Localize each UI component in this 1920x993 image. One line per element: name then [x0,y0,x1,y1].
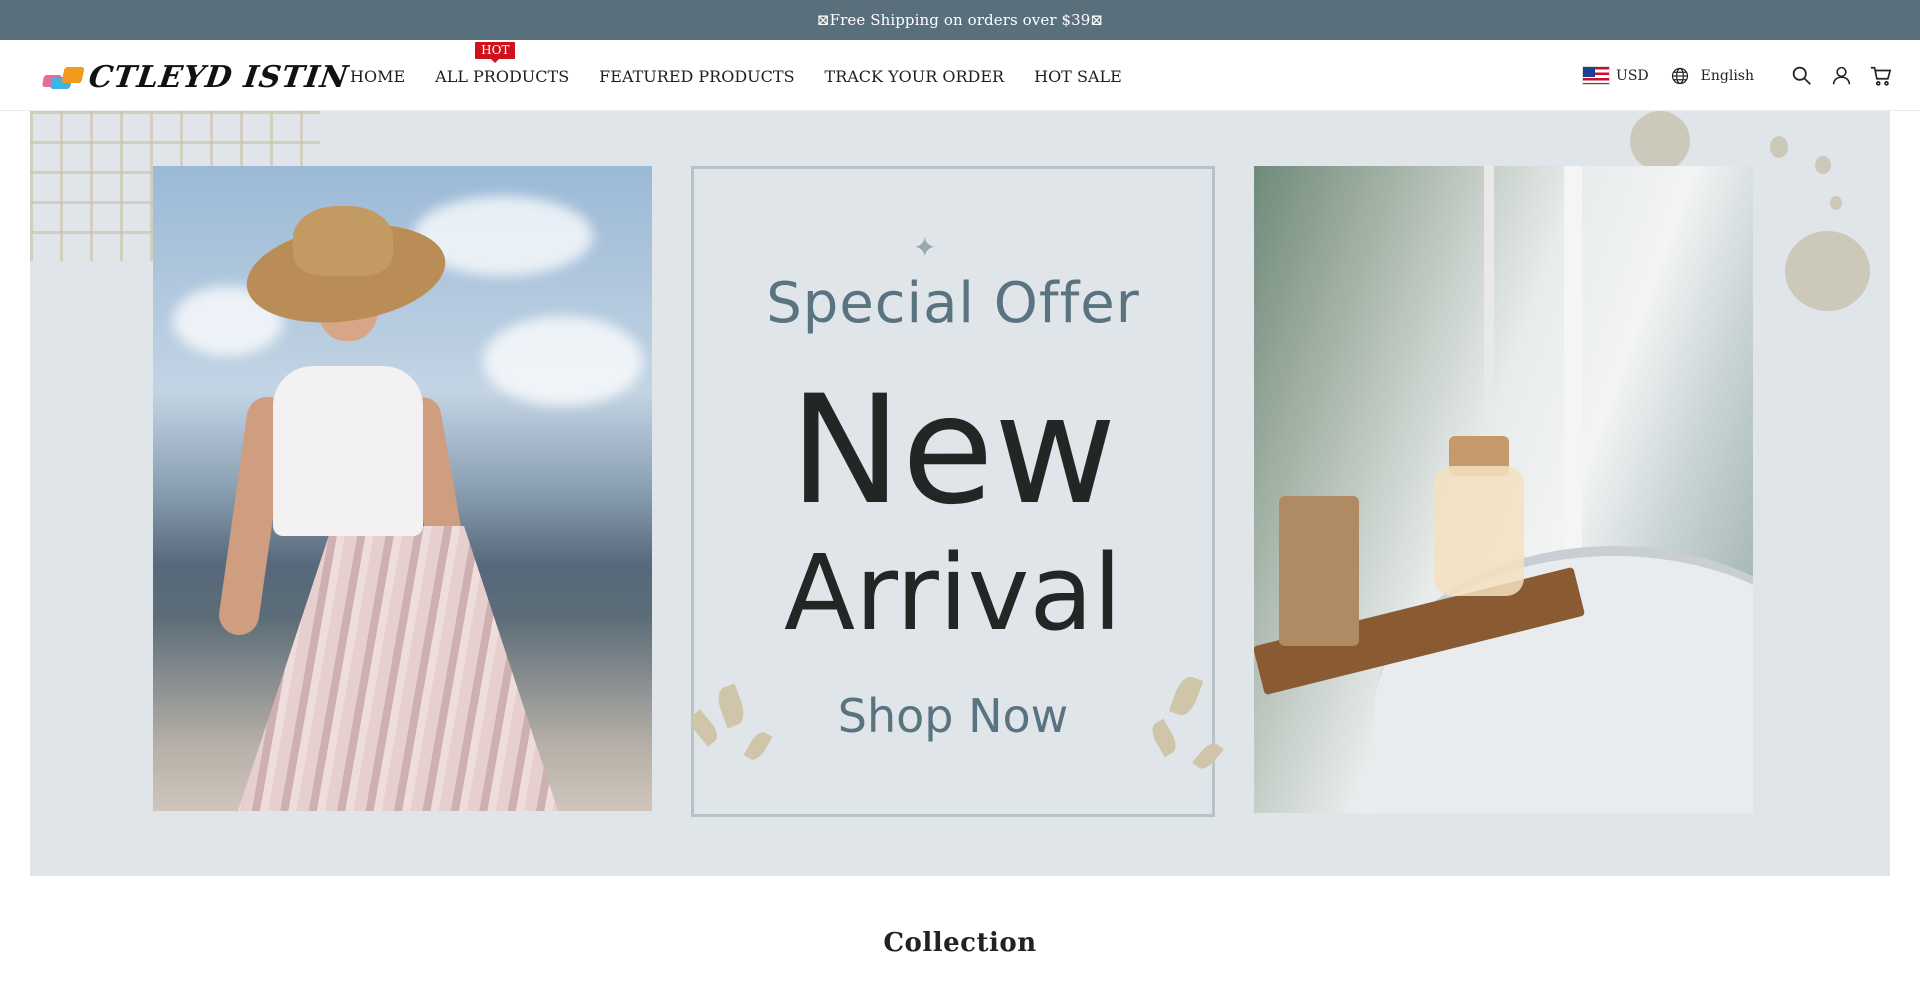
cart-icon[interactable] [1870,65,1892,87]
hero-banner[interactable]: ✦ Special Offer New Arrival Shop Now [30,111,1890,876]
site-header: CTLEYD ISTIN HOME HOT ALL PRODUCTS FEATU… [0,40,1920,111]
announcement-bar: ⊠Free Shipping on orders over $39⊠ [0,0,1920,40]
logo-mark-icon [41,63,85,91]
announcement-text: ⊠Free Shipping on orders over $39⊠ [816,11,1104,29]
currency-selector[interactable]: USD [1582,66,1649,85]
language-label: English [1700,67,1754,84]
language-selector[interactable]: English [1671,67,1754,85]
decor-blob [1815,156,1831,174]
decor-blob [1630,111,1690,171]
nav-item-all-products-label: ALL PRODUCTS [435,67,570,86]
headline-arrival: Arrival [784,532,1122,654]
site-logo[interactable]: CTLEYD ISTIN [41,57,351,97]
hot-badge: HOT [475,42,516,63]
us-flag-icon [1582,66,1611,85]
globe-icon [1671,67,1688,84]
nav-item-hot-sale[interactable]: HOT SALE [1034,67,1122,86]
nav-item-home[interactable]: HOME [350,67,405,86]
hero-photo-bath [1254,166,1753,813]
logo-text: CTLEYD ISTIN [86,59,351,95]
account-icon[interactable] [1830,65,1852,87]
decor-blob [1785,231,1870,311]
main-nav: HOME HOT ALL PRODUCTS FEATURED PRODUCTS … [350,40,1152,111]
collection-title: Collection [883,928,1037,958]
decor-blob [1830,196,1842,210]
currency-code: USD [1616,67,1649,84]
search-icon[interactable] [1790,65,1812,87]
headline-new: New [789,364,1117,538]
nav-item-featured-products[interactable]: FEATURED PRODUCTS [599,67,794,86]
special-offer-text: Special Offer [766,271,1140,336]
nav-item-all-products[interactable]: HOT ALL PRODUCTS [435,42,570,86]
hero-photo-woman [153,166,652,811]
sparkle-icon: ✦ [913,231,937,264]
nav-item-track-order[interactable]: TRACK YOUR ORDER [825,67,1005,86]
header-tools: USD English [1582,40,1892,111]
decor-blob [1770,136,1788,158]
